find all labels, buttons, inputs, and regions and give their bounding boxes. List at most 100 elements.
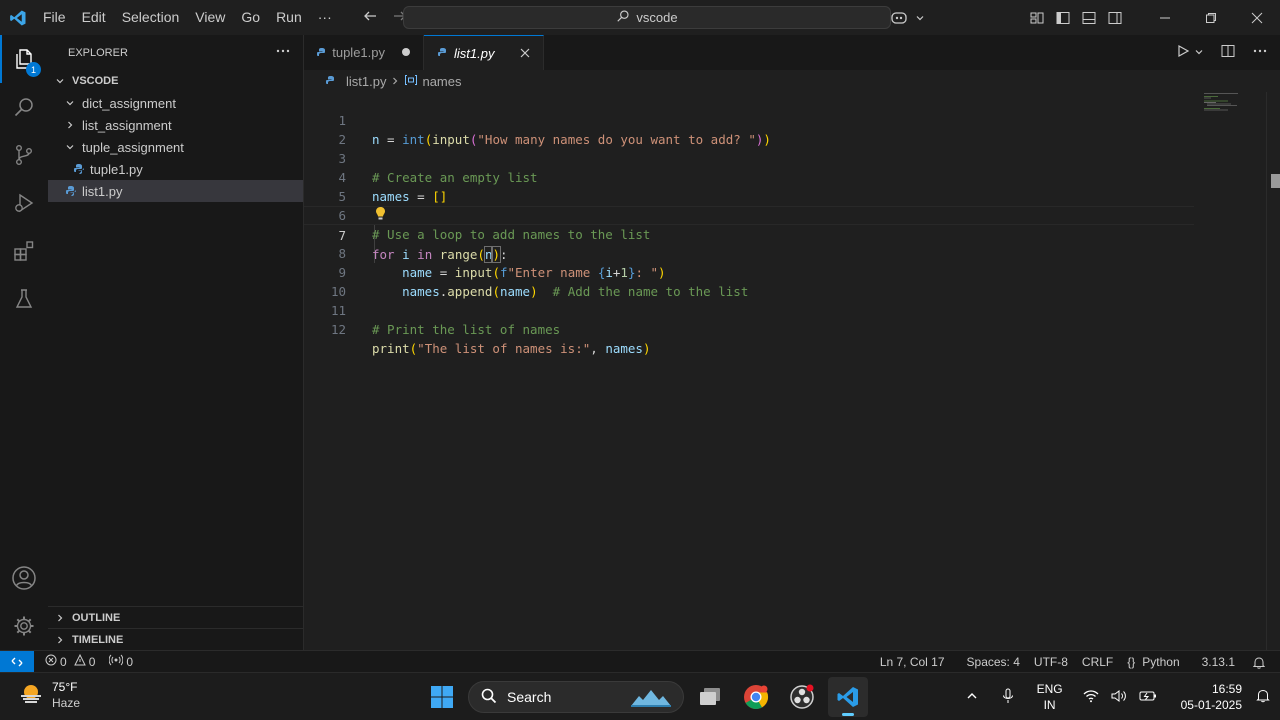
menu-view[interactable]: View [187,0,233,35]
menu-more[interactable]: ··· [310,0,340,35]
code-line[interactable]: 12 print("The list of names is:", names) [304,301,1194,356]
notification-bell-icon[interactable] [1256,688,1270,706]
accounts-icon[interactable] [0,554,48,602]
code-line[interactable]: 3 # Create an empty list [304,130,1194,185]
settings-gear-icon[interactable] [0,602,48,650]
windows-start-icon[interactable] [422,677,462,717]
folder-dict-assignment[interactable]: dict_assignment [48,92,303,114]
file-tuple1-py[interactable]: tuple1.py [48,158,303,180]
code-line[interactable]: 5 [304,168,1194,220]
more-actions-icon[interactable] [275,43,291,62]
menu-go[interactable]: Go [233,0,268,35]
problems-indicator[interactable]: 0 0 [38,653,102,669]
chevron-right-icon [52,613,68,623]
notifications-bell-icon[interactable] [1246,656,1272,669]
back-arrow-icon[interactable] [362,8,378,27]
chevron-down-icon[interactable] [1194,45,1204,60]
volume-icon[interactable] [1111,689,1127,706]
input-language[interactable]: ENG IN [1037,681,1063,713]
menu-edit[interactable]: Edit [74,0,114,35]
code-line[interactable]: 10 [304,263,1194,299]
vscode-logo-icon[interactable] [0,0,35,35]
vscode-taskbar-icon[interactable] [828,677,868,717]
obs-studio-icon[interactable] [782,677,822,717]
toggle-primary-sidebar-icon[interactable] [1050,0,1076,35]
file-label: list1.py [82,183,123,199]
code-line[interactable]: 4 names = [] [304,149,1194,204]
toggle-secondary-sidebar-icon[interactable] [1102,0,1128,35]
close-tab-icon[interactable] [520,46,530,61]
weather-condition: Haze [52,696,81,710]
code-line[interactable]: 8 name = input(f"Enter name {i+1}: ") [304,225,1194,280]
source-control-icon[interactable] [0,131,48,179]
python-file-icon [72,163,86,175]
code-line[interactable]: 9 names.append(name) # Add the name to t… [304,244,1194,299]
menu-run[interactable]: Run [268,0,310,35]
tab-list1-py[interactable]: list1.py [424,35,544,70]
code-line[interactable]: 11 # Print the list of names [304,282,1194,337]
breadcrumb-symbol[interactable]: names [422,74,461,89]
microphone-icon[interactable] [1001,688,1015,707]
python-version[interactable]: 3.13.1 [1195,655,1242,669]
tab-tuple1-py[interactable]: tuple1.py [304,35,424,70]
code-line[interactable]: 1 n = int(input("How many names do you w… [304,92,1194,147]
menu-file[interactable]: File [35,0,74,35]
minimize-icon[interactable] [1142,0,1188,35]
code-line[interactable]: 6 # Use a loop to add names to the list [304,187,1194,242]
code-comment: # Print the list of names [372,322,561,337]
chevron-down-icon[interactable] [912,0,928,35]
customize-layout-icon[interactable] [1024,0,1050,35]
chevron-right-icon [62,120,78,130]
wifi-icon[interactable] [1083,689,1099,706]
end-of-line[interactable]: CRLF [1075,655,1120,669]
close-window-icon[interactable] [1234,0,1280,35]
taskbar-search[interactable]: Search [468,681,684,713]
split-editor-icon[interactable] [1220,43,1236,62]
more-actions-icon[interactable] [1252,43,1268,62]
clock[interactable]: 16:59 05-01-2025 [1181,681,1242,713]
minimap[interactable] [1204,92,1244,122]
encoding[interactable]: UTF-8 [1027,655,1075,669]
code-line-current[interactable]: 7 for i in range(n): [304,206,1194,263]
timeline-section-header[interactable]: TIMELINE [48,628,304,650]
run-python-file-icon[interactable] [1176,44,1190,61]
editor-scrollbar[interactable] [1266,92,1280,650]
toggle-panel-icon[interactable] [1076,0,1102,35]
haze-weather-icon [18,682,44,709]
battery-icon[interactable] [1139,689,1157,706]
workspace-root-label: VSCODE [72,75,119,87]
chevron-up-icon[interactable] [965,689,979,706]
code-line[interactable]: 2 [304,111,1194,147]
command-center-search[interactable]: vscode [403,6,891,29]
folder-tuple-assignment[interactable]: tuple_assignment [48,136,303,158]
explorer-sidebar: EXPLORER VSCODE dict_assignment list_ass… [48,35,304,650]
testing-flask-icon[interactable] [0,275,48,323]
menu-selection[interactable]: Selection [114,0,188,35]
remote-indicator-icon[interactable] [0,650,34,673]
extensions-icon[interactable] [0,227,48,275]
restore-icon[interactable] [1188,0,1234,35]
chrome-icon[interactable] [736,677,776,717]
copilot-icon[interactable] [886,0,912,35]
workspace-root[interactable]: VSCODE [48,70,303,92]
language-mode[interactable]: {} Python [1120,655,1186,669]
ports-indicator[interactable]: 0 [102,654,140,669]
unsaved-dot-icon[interactable] [401,45,411,60]
windows-taskbar: 75°F Haze Search ENG IN 16:59 05-01-2025 [0,672,1280,720]
code-text: print("The list of names is:", names) [372,341,651,356]
file-list1-py[interactable]: list1.py [48,180,303,202]
explorer-icon[interactable]: 1 [0,35,48,83]
run-and-debug-icon[interactable] [0,179,48,227]
breadcrumb-file[interactable]: list1.py [346,74,386,89]
cursor-position[interactable]: Ln 7, Col 17 [873,655,952,669]
folder-list-assignment[interactable]: list_assignment [48,114,303,136]
task-view-icon[interactable] [690,677,730,717]
indentation[interactable]: Spaces: 4 [960,655,1027,669]
search-view-icon[interactable] [0,83,48,131]
code-editor[interactable]: 1 n = int(input("How many names do you w… [304,92,1280,650]
menu-bar: File Edit Selection View Go Run ··· [35,0,340,35]
timeline-label: TIMELINE [72,633,124,646]
weather-widget[interactable]: 75°F Haze [18,679,80,711]
outline-section-header[interactable]: OUTLINE [48,606,304,628]
clock-date: 05-01-2025 [1180,698,1242,712]
